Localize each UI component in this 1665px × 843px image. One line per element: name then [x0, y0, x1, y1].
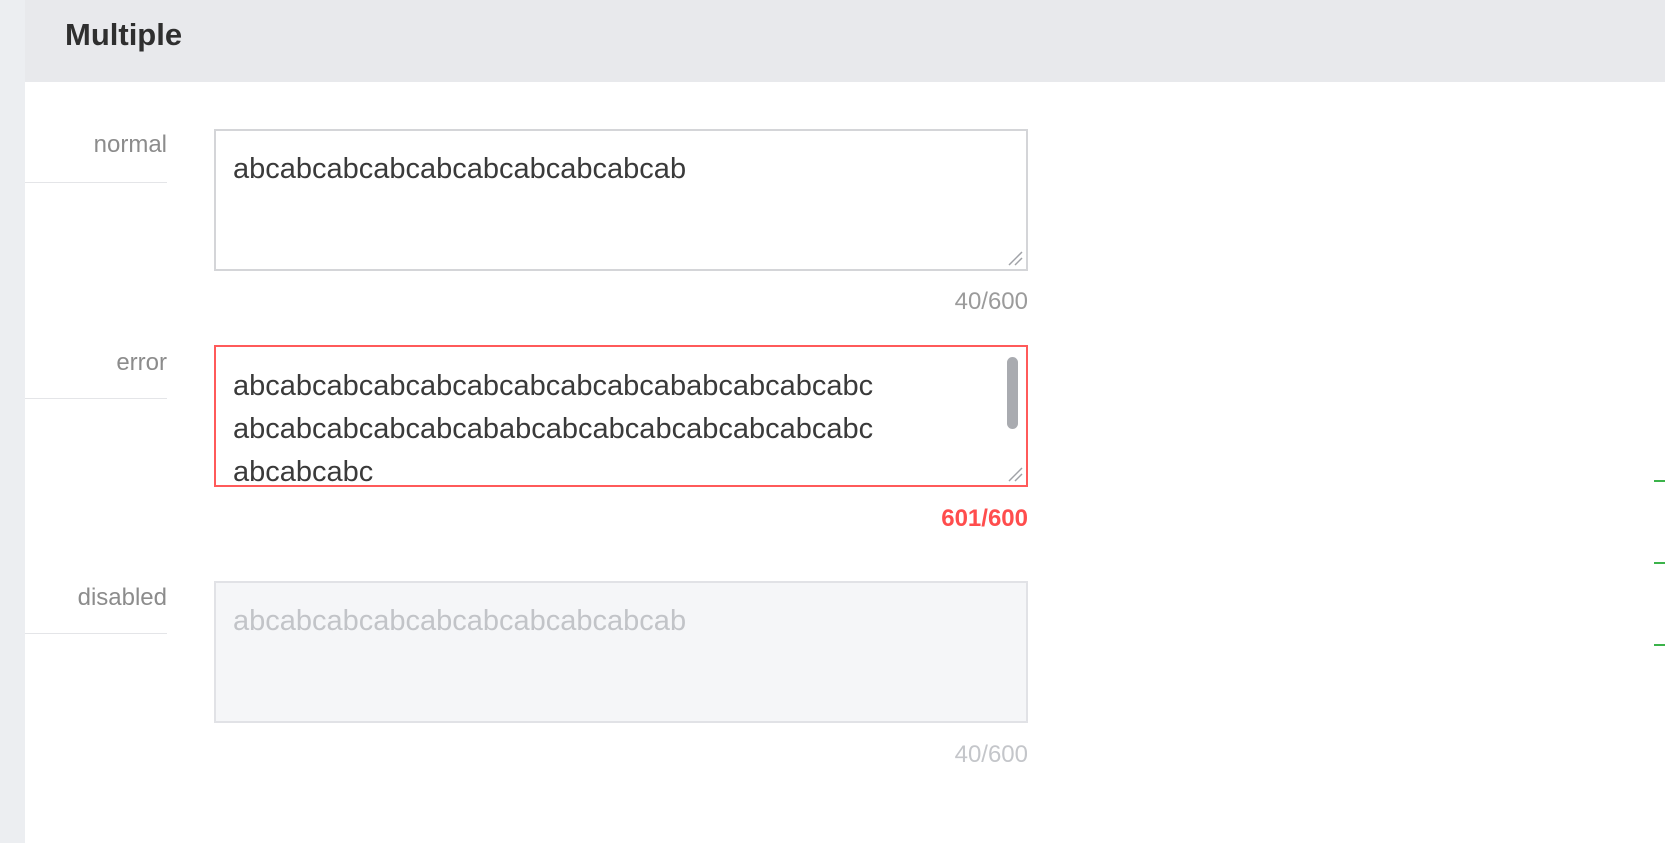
normal-label: normal	[93, 131, 167, 158]
section-title: Multiple	[65, 17, 183, 52]
error-label-divider	[25, 398, 167, 399]
normal-textarea[interactable]: abcabcabcabcabcabcabcabcabcab	[214, 129, 1028, 271]
normal-label-divider	[25, 182, 167, 183]
normal-textarea-line: abcabcabcabcabcabcabcabcabcab	[233, 153, 687, 185]
disabled-label-divider	[25, 633, 167, 634]
resize-grip-icon[interactable]	[1005, 464, 1023, 482]
edge-tick-marker	[1654, 480, 1665, 482]
disabled-textarea: abcabcabcabcabcabcabcabcabcab	[214, 581, 1028, 723]
error-label: error	[116, 349, 167, 376]
error-textarea-line: abcabcabcabcabcabcabcabcabcababcabcabcab…	[233, 370, 874, 402]
error-textarea-line: abcabcabcabcabcababcabcabcabcabcabcabcab…	[233, 413, 874, 445]
left-rail	[0, 0, 25, 843]
error-textarea-line: abcabcabc	[233, 456, 374, 487]
error-textarea-scrollbar[interactable]	[1006, 353, 1020, 475]
normal-char-counter: 40/600	[954, 288, 1028, 315]
edge-tick-marker	[1654, 562, 1665, 564]
resize-grip-icon[interactable]	[1005, 248, 1023, 266]
error-textarea[interactable]: abcabcabcabcabcabcabcabcabcababcabcabcab…	[214, 345, 1028, 487]
error-char-counter: 601/600	[941, 505, 1028, 532]
section-header: Multiple	[25, 0, 1665, 82]
disabled-label: disabled	[77, 584, 167, 611]
edge-tick-marker	[1654, 644, 1665, 646]
disabled-char-counter: 40/600	[954, 741, 1028, 768]
disabled-textarea-line: abcabcabcabcabcabcabcabcabcab	[233, 605, 687, 637]
scrollbar-thumb[interactable]	[1007, 357, 1018, 429]
